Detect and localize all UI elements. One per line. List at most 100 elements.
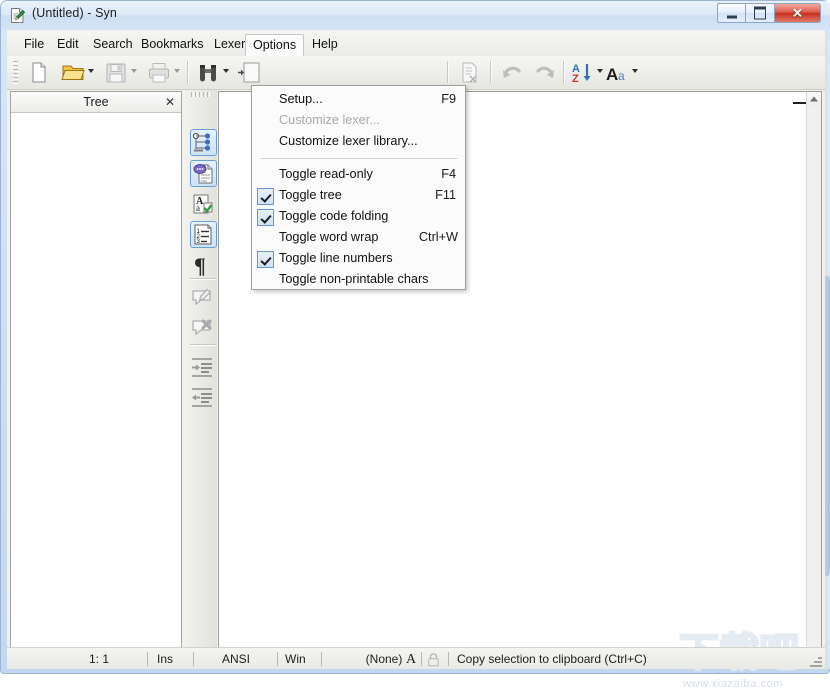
- save-disk-icon: [103, 60, 129, 85]
- menu-item-accelerator: Ctrl+W: [419, 230, 458, 244]
- editor-vertical-scrollbar[interactable]: [806, 92, 821, 666]
- tree-panel-body[interactable]: [11, 113, 181, 666]
- checkmark-icon: [257, 251, 274, 268]
- maximize-button[interactable]: [746, 3, 775, 23]
- maximize-icon: [754, 7, 766, 20]
- tree-panel-title: Tree: [11, 95, 181, 109]
- menu-help[interactable]: Help: [305, 34, 345, 56]
- menu-item-toggle-non-printable-chars[interactable]: Toggle non-printable chars: [253, 270, 466, 291]
- toggle-code-folding-button[interactable]: [190, 160, 217, 187]
- tree-panel-header: Tree ✕: [11, 92, 181, 113]
- close-button[interactable]: ✕: [775, 3, 821, 23]
- tree-panel-close-icon[interactable]: ✕: [165, 95, 175, 109]
- menu-item-toggle-code-folding[interactable]: Toggle code folding: [253, 207, 466, 228]
- side-toolbar-grip[interactable]: [191, 92, 211, 97]
- outdent-icon: [190, 385, 215, 410]
- menu-item-label: Toggle word wrap: [279, 230, 378, 244]
- minimize-button[interactable]: [717, 3, 746, 23]
- menu-item-label: Toggle tree: [279, 188, 342, 202]
- tree-panel: Tree ✕: [10, 91, 182, 667]
- status-divider-6: [448, 652, 449, 666]
- status-font-icon[interactable]: A: [401, 651, 421, 668]
- menu-item-label: Toggle code folding: [279, 209, 388, 223]
- indent-button[interactable]: [190, 355, 217, 382]
- toolbar-grip-1[interactable]: [13, 61, 18, 84]
- side-toolbar-separator-2: [190, 344, 216, 346]
- status-divider-4: [321, 652, 322, 666]
- redo-icon: [532, 60, 558, 85]
- toggle-spellcheck-button[interactable]: A a: [190, 192, 217, 219]
- sort-dropdown-arrow[interactable]: [597, 69, 604, 75]
- save-button[interactable]: [103, 60, 129, 85]
- menu-item-accelerator: F9: [441, 92, 456, 106]
- checkmark-icon: [257, 209, 274, 226]
- menu-item-accelerator: F4: [441, 167, 456, 181]
- open-file-button[interactable]: [60, 60, 86, 85]
- menu-bar: File Edit Search Bookmarks Lexer Options…: [7, 31, 825, 57]
- toolbar-separator-3: [490, 61, 492, 83]
- outdent-button[interactable]: [190, 385, 217, 412]
- menu-item-label: Customize lexer...: [279, 113, 380, 127]
- menu-options[interactable]: Options: [245, 34, 304, 56]
- status-lock-icon[interactable]: [427, 651, 445, 668]
- menu-edit[interactable]: Edit: [50, 34, 86, 56]
- print-icon: [146, 60, 172, 85]
- menu-file[interactable]: File: [17, 34, 51, 56]
- toggle-code-folding-icon: [191, 161, 216, 186]
- sort-az-icon: A Z: [570, 60, 596, 85]
- print-preview-button[interactable]: [457, 60, 483, 85]
- print-button[interactable]: [146, 60, 172, 85]
- menu-item-label: Setup...: [279, 92, 323, 106]
- find-button[interactable]: [195, 60, 221, 85]
- resize-grip[interactable]: [808, 653, 822, 667]
- open-file-dropdown-arrow[interactable]: [88, 69, 95, 75]
- menu-item-customize-lexer[interactable]: Customize lexer...: [253, 111, 466, 132]
- sort-button[interactable]: A Z: [570, 60, 596, 85]
- side-toolbar-separator-1: [190, 278, 216, 280]
- status-cursor-position: 1: 1: [45, 651, 109, 668]
- add-comment-button[interactable]: [190, 285, 217, 312]
- menu-item-toggle-read-only[interactable]: Toggle read-only F4: [253, 165, 466, 186]
- print-dropdown-arrow[interactable]: [174, 69, 181, 75]
- status-divider-3: [277, 652, 278, 666]
- toolbar-separator-4: [563, 61, 565, 83]
- menu-item-label: Customize lexer library...: [279, 134, 418, 148]
- redo-button[interactable]: [532, 60, 558, 85]
- menu-item-setup[interactable]: Setup... F9: [253, 90, 466, 111]
- menu-item-accelerator: F11: [435, 188, 456, 202]
- client-area: File Edit Search Bookmarks Lexer Options…: [7, 30, 825, 669]
- menu-item-toggle-tree[interactable]: Toggle tree F11: [253, 186, 466, 207]
- open-folder-icon: [60, 60, 86, 85]
- status-encoding: ANSI: [201, 651, 271, 668]
- remove-comment-button[interactable]: [190, 315, 217, 342]
- toggle-line-numbers-button[interactable]: 1 2 3: [190, 221, 217, 248]
- watermark-url: www.xiazaiba.com: [683, 678, 783, 690]
- options-dropdown-menu: Setup... F9 Customize lexer... Customize…: [251, 85, 466, 290]
- goto-line-icon: [235, 60, 261, 85]
- status-bar: 1: 1 Ins ANSI Win (None) A Copy selectio…: [7, 647, 825, 669]
- toggle-nonprintable-icon: ¶: [190, 252, 215, 277]
- close-icon: ✕: [792, 7, 803, 20]
- menu-separator: [260, 158, 458, 159]
- menu-search[interactable]: Search: [86, 34, 140, 56]
- toggle-tree-button[interactable]: [190, 129, 217, 156]
- menu-bookmarks[interactable]: Bookmarks: [134, 34, 211, 56]
- scroll-up-button[interactable]: [807, 92, 821, 106]
- toggle-tree-icon: [191, 130, 216, 155]
- goto-line-button[interactable]: [235, 60, 261, 85]
- menu-item-toggle-line-numbers[interactable]: Toggle line numbers: [253, 249, 466, 270]
- app-window: (Untitled) - Syn ✕ File Edit Search Book…: [0, 0, 830, 674]
- font-size-dropdown-arrow[interactable]: [632, 69, 639, 75]
- checkmark-icon: [257, 188, 274, 205]
- toolbar-separator-1: [187, 61, 189, 83]
- menu-item-toggle-word-wrap[interactable]: Toggle word wrap Ctrl+W: [253, 228, 466, 249]
- find-dropdown-arrow[interactable]: [223, 69, 230, 75]
- font-size-button[interactable]: A a: [605, 60, 631, 85]
- new-file-button[interactable]: [26, 60, 52, 85]
- save-dropdown-arrow[interactable]: [131, 69, 138, 75]
- undo-button[interactable]: [499, 60, 525, 85]
- svg-text:A: A: [606, 65, 618, 84]
- status-insert-mode: Ins: [157, 651, 173, 668]
- toggle-nonprintable-button[interactable]: ¶: [190, 252, 217, 279]
- menu-item-customize-lexer-library[interactable]: Customize lexer library...: [253, 132, 466, 153]
